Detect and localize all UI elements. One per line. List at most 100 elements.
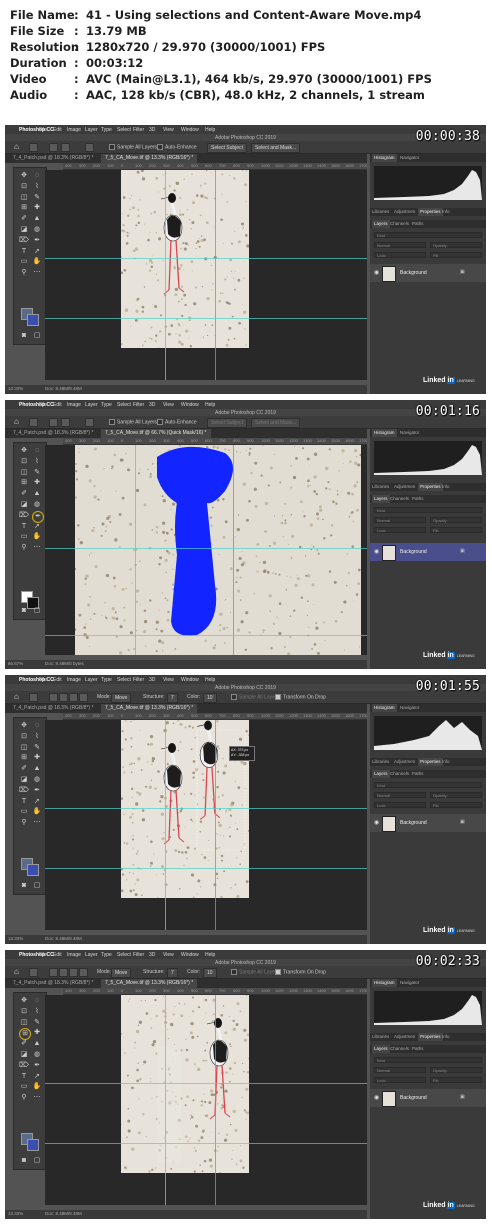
layer-row-background[interactable]: ◉ Background ▣ [370,814,486,832]
fill-field[interactable]: Fill: [430,527,482,533]
tab-navigator[interactable]: Navigator [400,980,419,985]
tool-icon[interactable]: ▭ [19,257,29,267]
tab-adjustments[interactable]: Adjustmen [394,759,415,764]
tool-icon[interactable]: ✥ [19,721,29,731]
tool-icon[interactable]: T [19,247,29,257]
tab-navigator[interactable]: Navigator [400,155,419,160]
screen-mode-icon[interactable]: ▢ [32,606,42,616]
select-subject-button[interactable]: Select Subject [207,418,247,428]
home-icon[interactable]: ⌂ [14,418,19,426]
tool-icon[interactable]: ◫ [19,193,29,203]
menu-item[interactable]: Photoshop CC [19,127,54,133]
tool-icon[interactable]: ⚲ [19,543,29,553]
tool-icon[interactable]: ✚ [32,478,42,488]
tool-icon[interactable]: ◍ [32,225,42,235]
tab-channels[interactable]: Channels [390,221,409,226]
menu-item[interactable]: Type [101,127,112,133]
tab-layers[interactable]: Layers [372,220,390,228]
document-tab[interactable]: 7_4_Patch.psd @ 18.3% (RGB/8*) * [9,979,97,988]
tab-histogram[interactable]: Histogram [372,154,397,162]
blend-mode-select[interactable]: Normal [374,1067,426,1073]
color-select[interactable]: 10 [203,968,217,978]
tool-icon[interactable]: ✐ [19,489,29,499]
tool-icon[interactable]: ⋯ [32,818,42,828]
tab-libraries[interactable]: Libraries [372,484,389,489]
eye-icon[interactable]: ◉ [374,548,379,555]
tool-icon[interactable]: T [19,1072,29,1082]
tool-icon[interactable]: ◫ [19,1018,29,1028]
tool-icon[interactable]: ⚲ [19,818,29,828]
tab-info[interactable]: Info [442,484,450,489]
eye-icon[interactable]: ◉ [374,269,379,276]
blend-mode-select[interactable]: Normal [374,517,426,523]
select-subject-button[interactable]: Select Subject [207,143,247,153]
canvas-area[interactable]: ΔX: 373 px ΔY: -328 px [45,720,367,930]
guide-line-horizontal[interactable] [45,548,367,549]
menu-item[interactable]: Window [181,127,199,133]
tool-icon[interactable]: ✒ [32,236,42,246]
tool-icon[interactable]: ◫ [19,468,29,478]
tool-icon[interactable]: ✎ [32,1018,42,1028]
tool-icon[interactable]: ▲ [32,1039,42,1049]
tool-icon[interactable]: ✥ [19,446,29,456]
home-icon[interactable]: ⌂ [14,968,19,976]
tool-icon[interactable]: ⋯ [32,1093,42,1103]
fill-field[interactable]: Fill: [430,252,482,258]
canvas-area[interactable] [45,995,367,1205]
menu-item[interactable]: View [163,127,174,133]
tool-icon[interactable]: ✐ [19,214,29,224]
tool-icon[interactable]: ◪ [19,775,29,785]
layer-row-background[interactable]: ◉ Background ▣ [370,543,486,561]
tab-adjustments[interactable]: Adjustmen [394,209,415,214]
add-selection-icon[interactable] [49,143,58,152]
menu-item[interactable]: Select [117,677,131,683]
tool-icon[interactable]: ➚ [32,522,42,532]
subtract-selection-icon[interactable] [61,143,70,152]
opacity-field[interactable]: Opacity: [430,792,482,798]
quick-mask-icon[interactable]: ◙ [19,331,29,341]
tool-icon[interactable]: ▭ [19,1082,29,1092]
menu-item[interactable]: Help [205,952,215,958]
sample-all-layers-checkbox[interactable]: Sample All Layers [109,419,157,425]
document-tab[interactable]: 7_4_Patch.psd @ 18.3% (RGB/8*) * [9,154,97,163]
menu-item[interactable]: Photoshop CC [19,402,54,408]
tab-channels[interactable]: Channels [390,771,409,776]
tool-icon[interactable]: ⌇ [32,457,42,467]
menu-item[interactable]: Layer [85,402,98,408]
tool-icon[interactable]: ✋ [32,1082,42,1092]
guide-line-vertical[interactable] [233,445,234,655]
tool-icon[interactable]: ◍ [32,1050,42,1060]
tab-histogram[interactable]: Histogram [372,704,397,712]
menu-item[interactable]: Filter [133,677,144,683]
tool-icon[interactable]: ✚ [32,1028,42,1038]
home-icon[interactable]: ⌂ [14,143,19,151]
tab-libraries[interactable]: Libraries [372,209,389,214]
tool-icon[interactable]: ✋ [32,807,42,817]
menu-item[interactable]: Edit [53,402,62,408]
menu-item[interactable]: Image [67,127,81,133]
fill-field[interactable]: Fill: [430,1077,482,1083]
tool-icon[interactable]: ➚ [32,1072,42,1082]
tool-icon[interactable]: ✥ [19,996,29,1006]
tool-icon[interactable]: ⋯ [32,268,42,278]
guide-line-horizontal[interactable] [45,808,367,809]
menu-item[interactable]: 3D [149,677,155,683]
tool-icon[interactable]: ◌ [32,721,42,731]
menu-item[interactable]: View [163,677,174,683]
intersect-selection-icon[interactable] [79,968,88,977]
tool-icon[interactable]: ✐ [19,1039,29,1049]
structure-select[interactable]: 7 [167,968,178,978]
eye-icon[interactable]: ◉ [374,819,379,826]
screen-mode-icon[interactable]: ▢ [32,331,42,341]
structure-select[interactable]: 7 [167,693,178,703]
tool-icon[interactable]: ✒ [32,1061,42,1071]
menu-item[interactable]: Photoshop CC [19,952,54,958]
menu-item[interactable]: 3D [149,127,155,133]
menu-item[interactable]: 3D [149,952,155,958]
auto-enhance-checkbox[interactable]: Auto-Enhance [157,144,197,150]
tool-icon[interactable]: ▲ [32,489,42,499]
document-tab[interactable]: 7_4_Patch.psd @ 18.3% (RGB/8*) * [9,704,97,713]
layer-filter[interactable]: Kind [374,782,482,788]
guide-line-horizontal[interactable] [45,1143,367,1144]
quick-selection-icon[interactable] [29,418,38,427]
